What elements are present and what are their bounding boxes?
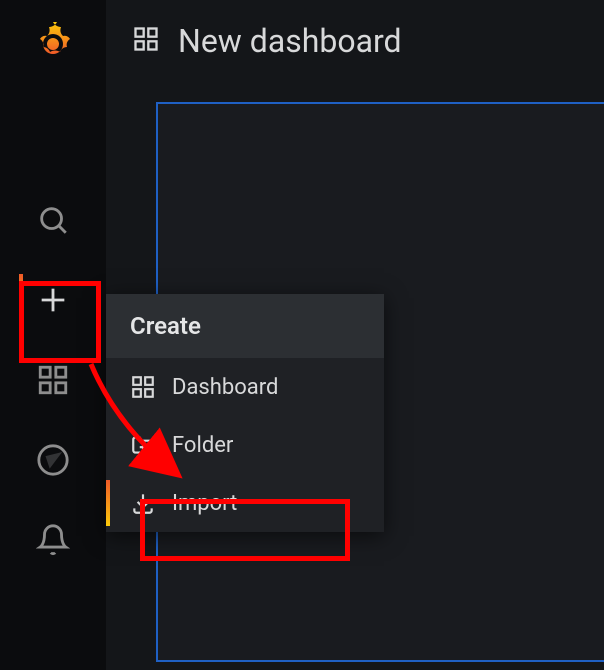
folder-plus-icon [130,432,156,458]
active-indicator [19,274,23,326]
create-flyout: Create Dashboard Folder Import [106,294,384,532]
import-icon [130,490,156,516]
flyout-item-label: Import [172,491,237,516]
flyout-title[interactable]: Create [106,294,384,358]
page-title: New dashboard [178,22,402,60]
active-indicator [106,480,110,526]
search-icon[interactable] [19,186,87,254]
explore-icon[interactable] [19,426,87,494]
grafana-logo[interactable] [29,18,77,66]
dashboard-header-icon [132,25,160,57]
flyout-item-dashboard[interactable]: Dashboard [106,358,384,416]
page-header: New dashboard [106,0,604,82]
sidebar [0,0,106,670]
flyout-item-folder[interactable]: Folder [106,416,384,474]
alerting-icon[interactable] [19,506,87,574]
flyout-item-import[interactable]: Import [106,474,384,532]
dashboard-icon[interactable] [19,346,87,414]
flyout-item-label: Folder [172,433,233,458]
flyout-item-label: Dashboard [172,375,278,400]
dashboard-icon [130,374,156,400]
plus-icon[interactable] [19,266,87,334]
